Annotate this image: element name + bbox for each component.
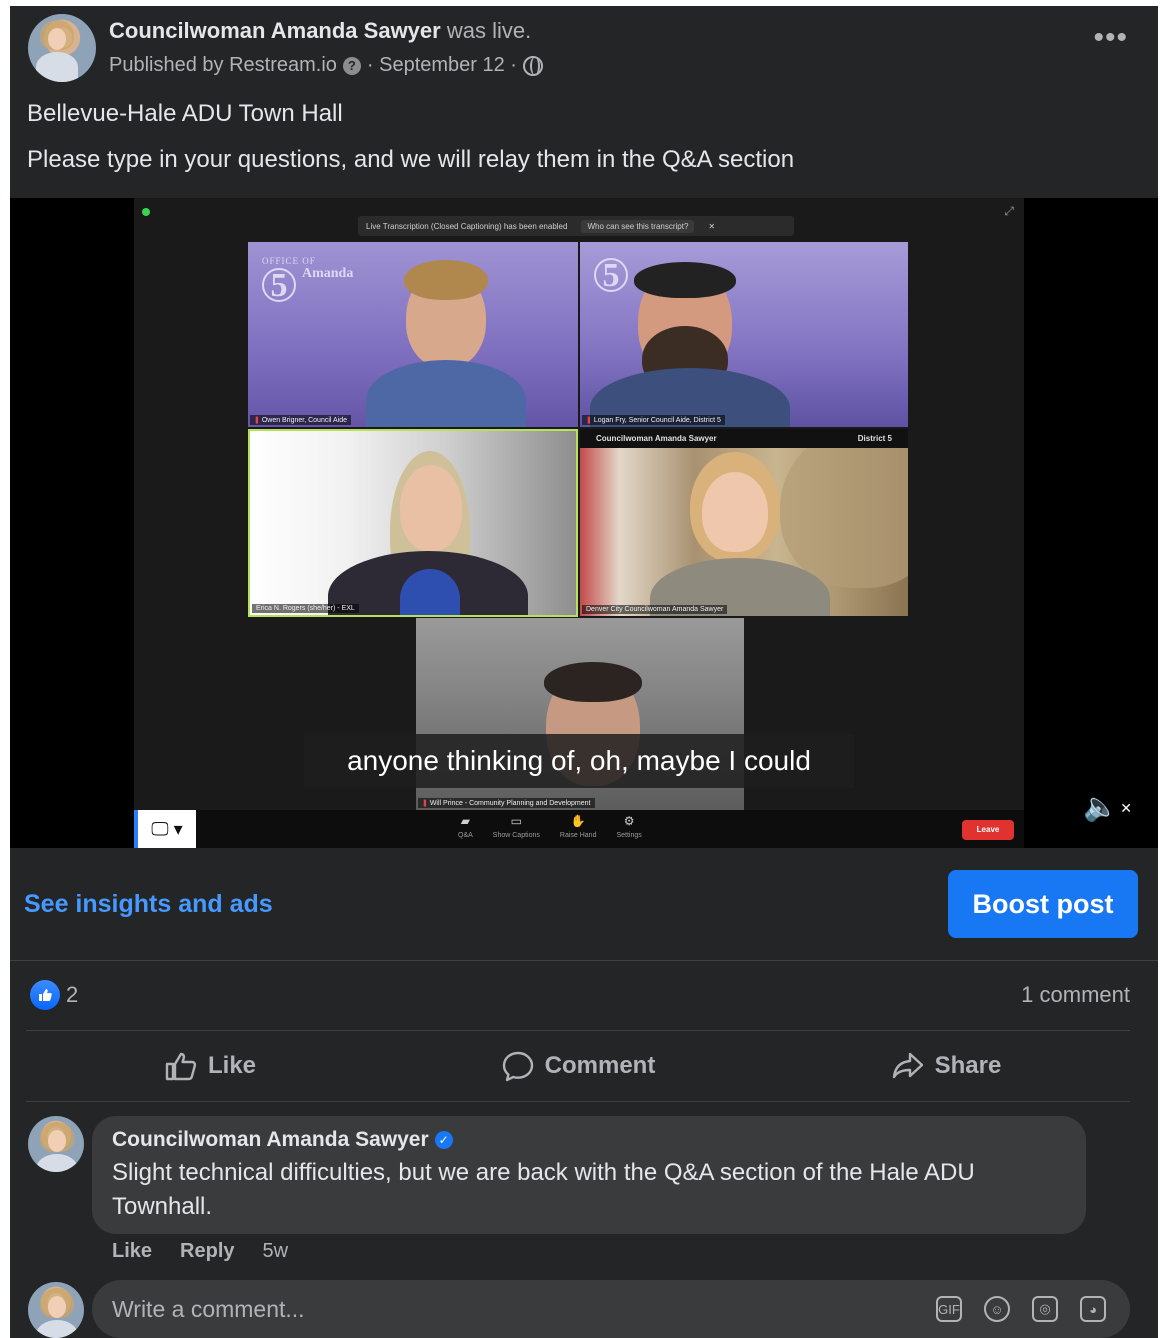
- video-tile: Denver City Councilwoman Amanda Sawyer: [580, 448, 908, 616]
- video-tile: 5 ❚ Logan Fry, Senior Council Aide, Dist…: [580, 242, 908, 427]
- post-description: Please type in your questions, and we wi…: [27, 146, 795, 173]
- comment-count[interactable]: 1 comment: [1021, 982, 1130, 1008]
- like-count: 2: [66, 982, 79, 1007]
- office-logo: 5: [594, 256, 628, 293]
- settings-tool: ⚙ Settings: [616, 814, 642, 839]
- office-logo: OFFICE OF 5 Amanda: [262, 256, 354, 304]
- post-date[interactable]: · September 12 ·: [367, 54, 517, 77]
- reaction-summary[interactable]: 2: [30, 980, 78, 1010]
- nameplate-strip: Councilwoman Amanda Sawyer District 5: [580, 429, 908, 448]
- emoji-icon[interactable]: ☺: [984, 1296, 1010, 1322]
- gear-icon: ⚙: [623, 814, 635, 828]
- comment-label: Comment: [544, 1052, 656, 1079]
- participant-name: Denver City Councilwoman Amanda Sawyer: [582, 605, 728, 614]
- post-author: Councilwoman Amanda Sawyer was live.: [109, 18, 531, 44]
- participant-name: Erica N. Rogers (she/her) - EXL: [252, 604, 359, 613]
- share-label: Share: [934, 1052, 1002, 1079]
- leave-badge: Leave: [962, 820, 1014, 840]
- screen-share-icon: 🖵 ▾: [134, 810, 196, 848]
- like-label: Like: [207, 1052, 257, 1079]
- boost-post-button[interactable]: Boost post: [948, 870, 1138, 938]
- info-icon[interactable]: ?: [342, 56, 361, 75]
- comment-input[interactable]: [112, 1295, 936, 1323]
- banner-text: Live Transcription (Closed Captioning) h…: [366, 221, 568, 231]
- share-button[interactable]: Share: [762, 1031, 1130, 1101]
- transcription-banner: Live Transcription (Closed Captioning) h…: [358, 216, 794, 236]
- mute-icon[interactable]: 🔈 ✕: [1083, 790, 1132, 823]
- like-reaction-icon: [30, 980, 60, 1010]
- comment-actions: Like Reply 5w: [112, 1240, 288, 1263]
- share-icon: [892, 1052, 923, 1079]
- cc-icon: ▭: [510, 814, 523, 828]
- raise-hand-tool: ✋ Raise Hand: [559, 814, 597, 839]
- recording-indicator: [142, 208, 150, 216]
- video-tile-active-speaker: Erica N. Rogers (she/her) - EXL: [248, 429, 578, 617]
- author-avatar[interactable]: [28, 14, 96, 82]
- qa-tool: ▰ Q&A: [458, 814, 473, 839]
- comment-button[interactable]: Comment: [394, 1031, 762, 1101]
- comment-text: Slight technical difficulties, but we ar…: [112, 1159, 975, 1220]
- current-user-avatar[interactable]: [28, 1282, 84, 1338]
- published-by: Published by Restream.io: [109, 54, 337, 76]
- comment-age[interactable]: 5w: [263, 1240, 289, 1263]
- post-actions: Like Comment Share: [26, 1031, 1130, 1101]
- expand-icon: ⤢: [1004, 204, 1014, 218]
- gif-icon[interactable]: GIF: [936, 1296, 962, 1322]
- live-caption: anyone thinking of, oh, maybe I could: [304, 734, 854, 788]
- close-icon: ✕: [708, 221, 716, 231]
- commenter-name[interactable]: Councilwoman Amanda Sawyer: [112, 1128, 429, 1152]
- verified-icon: ✓: [434, 1131, 453, 1149]
- like-button[interactable]: Like: [26, 1031, 394, 1101]
- comment-icon: [502, 1051, 533, 1082]
- live-video-player[interactable]: ⤢ Live Transcription (Closed Captioning)…: [10, 198, 1158, 848]
- captions-tool: ▭ Show Captions: [492, 814, 540, 839]
- post-meta: Published by Restream.io ? · September 1…: [109, 54, 543, 77]
- qa-icon: ▰: [460, 814, 471, 828]
- author-name-link[interactable]: Councilwoman Amanda Sawyer: [109, 18, 441, 43]
- post-card: Councilwoman Amanda Sawyer was live. Pub…: [10, 6, 1158, 1338]
- post-title: Bellevue-Hale ADU Town Hall: [27, 100, 343, 127]
- like-icon: [165, 1052, 197, 1081]
- globe-icon: [522, 55, 543, 76]
- live-status: was live.: [446, 18, 532, 43]
- see-insights-link[interactable]: See insights and ads: [24, 890, 273, 919]
- comment-reply-button[interactable]: Reply: [180, 1240, 234, 1263]
- camera-icon[interactable]: ◎: [1032, 1296, 1058, 1322]
- comment-composer: GIF ☺ ◎ ◕: [92, 1280, 1130, 1338]
- participant-name: ❚ Will Prince - Community Planning and D…: [418, 798, 595, 808]
- zoom-meeting-frame: ⤢ Live Transcription (Closed Captioning)…: [134, 198, 1024, 810]
- comment-like-button[interactable]: Like: [112, 1240, 152, 1263]
- sticker-icon[interactable]: ◕: [1080, 1296, 1106, 1322]
- video-tile: OFFICE OF 5 Amanda ❚ Owen Brigner, Counci…: [248, 242, 578, 427]
- participant-name: ❚ Owen Brigner, Council Aide: [250, 415, 352, 425]
- hand-icon: ✋: [570, 814, 586, 828]
- banner-link: Who can see this transcript?: [581, 219, 695, 233]
- participant-name: ❚ Logan Fry, Senior Council Aide, Distri…: [582, 415, 725, 425]
- more-icon[interactable]: •••: [1093, 23, 1128, 53]
- divider: [10, 960, 1158, 961]
- comment-bubble: Councilwoman Amanda Sawyer ✓ Slight tech…: [92, 1116, 1086, 1234]
- meeting-toolbar: 🖵 ▾ ▰ Q&A ▭ Show Captions ✋ Raise Hand ⚙ Set…: [134, 810, 1024, 848]
- divider: [26, 1101, 1130, 1102]
- commenter-avatar[interactable]: [28, 1116, 84, 1172]
